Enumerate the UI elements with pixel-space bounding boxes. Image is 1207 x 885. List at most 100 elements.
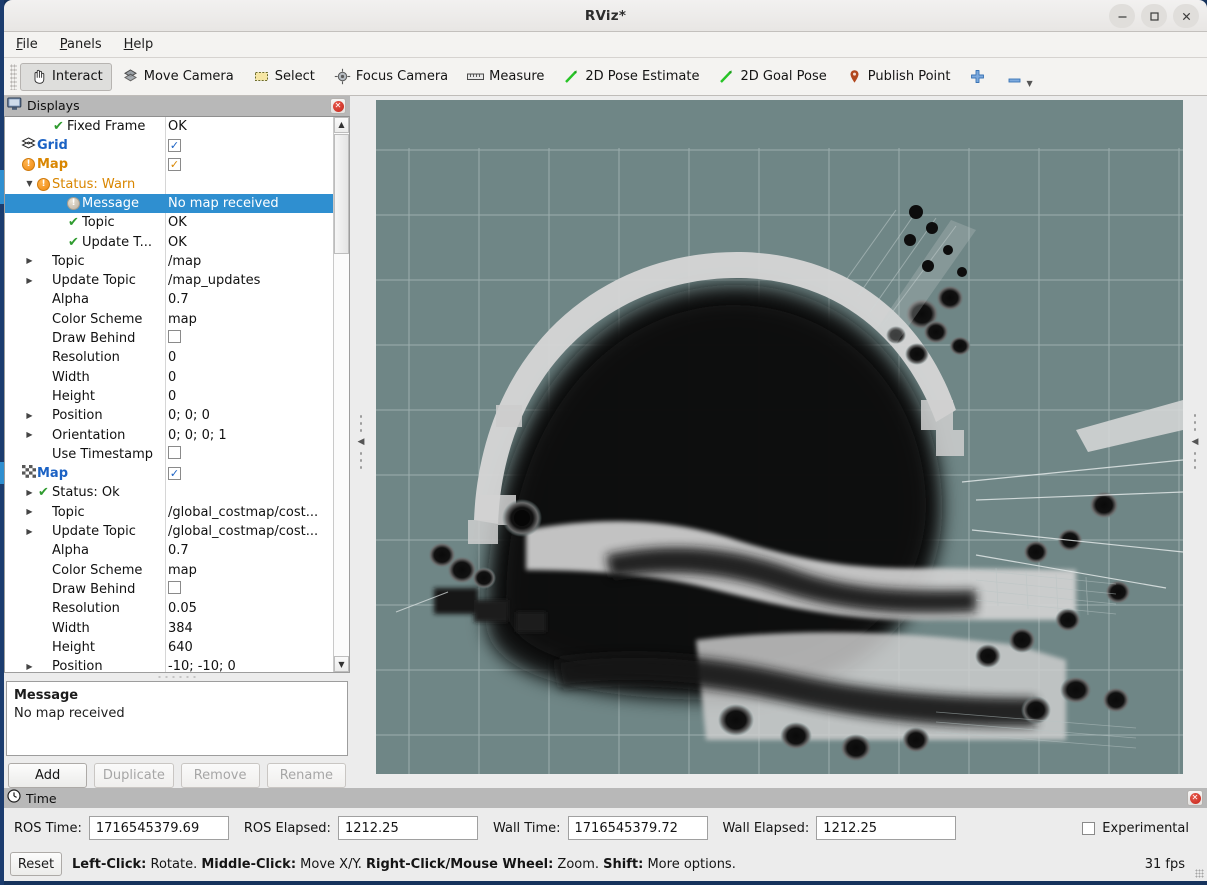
- resize-grip[interactable]: [1195, 869, 1204, 878]
- tree-row[interactable]: Draw Behind: [5, 329, 333, 348]
- tree-row-value-cell[interactable]: 0.7: [165, 292, 333, 307]
- tree-row-value-cell[interactable]: -10; -10; 0: [165, 659, 333, 672]
- tree-row[interactable]: Width 384: [5, 618, 333, 637]
- chevron-right-icon[interactable]: ▶: [24, 431, 35, 439]
- tree-row[interactable]: Use Timestamp: [5, 445, 333, 464]
- tree-row-value-cell[interactable]: 640: [165, 640, 333, 655]
- tree-row[interactable]: Color Scheme map: [5, 560, 333, 579]
- chevron-right-icon[interactable]: ▶: [24, 508, 35, 516]
- tree-row-value-cell[interactable]: No map received: [165, 196, 333, 211]
- tree-row[interactable]: Alpha 0.7: [5, 541, 333, 560]
- right-dock-splitter[interactable]: ◀: [1183, 96, 1207, 788]
- tool-select[interactable]: Select: [243, 63, 324, 91]
- tree-row-value-cell[interactable]: 0: [165, 350, 333, 365]
- experimental-checkbox[interactable]: [1082, 821, 1096, 835]
- row-checkbox[interactable]: ✓: [168, 467, 181, 481]
- displays-tree[interactable]: ✔ Fixed Frame OK Grid ✓! Map ✓ ▼! Status: Warn! M…: [5, 117, 333, 672]
- tree-row[interactable]: Height 0: [5, 387, 333, 406]
- tree-row[interactable]: Draw Behind: [5, 580, 333, 599]
- row-checkbox[interactable]: [168, 580, 181, 594]
- wall-time-input[interactable]: 1716545379.72: [567, 816, 708, 840]
- ros-elapsed-input[interactable]: 1212.25: [337, 816, 478, 840]
- tool-2d-goal-pose[interactable]: 2D Goal Pose: [708, 63, 835, 91]
- tree-row[interactable]: ▶ ✔ Status: Ok: [5, 483, 333, 502]
- ros-time-input[interactable]: 1716545379.69: [88, 816, 229, 840]
- toolbar-grip[interactable]: [10, 63, 17, 90]
- menu-file[interactable]: File: [14, 35, 40, 54]
- displays-panel-close-button[interactable]: ✕: [330, 98, 346, 114]
- chevron-right-icon[interactable]: ▶: [24, 527, 35, 536]
- time-panel-close-button[interactable]: ✕: [1187, 790, 1203, 806]
- tree-row-value-cell[interactable]: 0.7: [165, 543, 333, 558]
- tree-row[interactable]: ✔ Update T... OK: [5, 232, 333, 251]
- tree-row-value-cell[interactable]: ✓: [165, 466, 333, 481]
- tree-row-value-cell[interactable]: /map_updates: [165, 273, 333, 288]
- chevron-right-icon[interactable]: ▶: [24, 488, 35, 497]
- tree-row[interactable]: ▶ Position 0; 0; 0: [5, 406, 333, 425]
- tree-row[interactable]: Height 640: [5, 638, 333, 657]
- chevron-down-icon[interactable]: ▼: [24, 180, 35, 188]
- tree-row[interactable]: ▶ Update Topic/global_costmap/cost...: [5, 522, 333, 541]
- experimental-checkbox-group[interactable]: Experimental: [1082, 821, 1189, 836]
- collapse-right-icon[interactable]: ◀: [1192, 437, 1199, 447]
- render-view-canvas[interactable]: [376, 100, 1183, 774]
- row-checkbox[interactable]: [168, 330, 181, 344]
- tree-row-value-cell[interactable]: /global_costmap/cost...: [165, 524, 333, 539]
- tree-row-value-cell[interactable]: [165, 330, 333, 347]
- tool-publish-point[interactable]: Publish Point: [836, 63, 960, 91]
- menu-help[interactable]: Help: [122, 35, 156, 54]
- tree-row-value-cell[interactable]: 384: [165, 621, 333, 636]
- tree-row-value-cell[interactable]: OK: [165, 119, 333, 134]
- tree-row[interactable]: Resolution 0: [5, 348, 333, 367]
- tool-move-camera[interactable]: Move Camera: [112, 63, 243, 91]
- wall-elapsed-input[interactable]: 1212.25: [816, 816, 957, 840]
- tree-row[interactable]: ✔ Fixed Frame OK: [5, 117, 333, 136]
- scroll-up-icon[interactable]: ▲: [334, 116, 349, 133]
- tree-row[interactable]: Grid ✓: [5, 136, 333, 155]
- chevron-right-icon[interactable]: ▶: [24, 257, 35, 265]
- tree-row[interactable]: ▶ Position -10; -10; 0: [5, 657, 333, 672]
- reset-button[interactable]: Reset: [10, 852, 62, 876]
- tree-row-value-cell[interactable]: /map: [165, 254, 333, 269]
- tree-row-value-cell[interactable]: /global_costmap/cost...: [165, 505, 333, 520]
- tree-row-value-cell[interactable]: 0: [165, 389, 333, 404]
- row-checkbox[interactable]: ✓: [168, 139, 181, 153]
- tree-row[interactable]: Alpha 0.7: [5, 290, 333, 309]
- tree-row-value-cell[interactable]: [165, 445, 333, 463]
- tool-focus-camera[interactable]: Focus Camera: [324, 63, 457, 91]
- chevron-down-icon[interactable]: ▼: [1026, 79, 1032, 88]
- row-checkbox[interactable]: ✓: [168, 158, 181, 172]
- menu-panels[interactable]: Panels: [58, 35, 104, 54]
- close-icon[interactable]: [1173, 4, 1199, 28]
- tree-row[interactable]: ▶ Topic/map: [5, 252, 333, 271]
- tree-row[interactable]: ▶ Topic/global_costmap/cost...: [5, 503, 333, 522]
- row-checkbox[interactable]: [168, 445, 181, 459]
- tool-measure[interactable]: Measure: [457, 63, 553, 91]
- tree-row[interactable]: ! Message No map received: [5, 193, 333, 214]
- scroll-down-icon[interactable]: ▼: [334, 656, 349, 673]
- chevron-right-icon[interactable]: ▶: [24, 411, 35, 420]
- tree-row-value-cell[interactable]: OK: [165, 235, 333, 250]
- tree-row-value-cell[interactable]: 0; 0; 0; 1: [165, 428, 333, 443]
- collapse-left-icon[interactable]: ◀: [358, 437, 365, 447]
- tree-row-value-cell[interactable]: ✓: [165, 138, 333, 153]
- minimize-icon[interactable]: [1109, 4, 1135, 28]
- tree-row-value-cell[interactable]: map: [165, 312, 333, 327]
- tree-row[interactable]: Map ✓: [5, 464, 333, 483]
- chevron-right-icon[interactable]: ▶: [24, 662, 35, 671]
- add-tool-button[interactable]: [959, 63, 996, 91]
- tree-row[interactable]: ✔ Topic OK: [5, 213, 333, 232]
- tool-2d-pose-estimate[interactable]: 2D Pose Estimate: [553, 63, 708, 91]
- maximize-icon[interactable]: [1141, 4, 1167, 28]
- add-button[interactable]: Add: [8, 763, 88, 788]
- tree-row[interactable]: ▶ Orientation 0; 0; 0; 1: [5, 425, 333, 444]
- chevron-right-icon[interactable]: ▶: [24, 276, 35, 285]
- tree-row[interactable]: ▶ Update Topic/map_updates: [5, 271, 333, 290]
- displays-horizontal-splitter[interactable]: [4, 673, 350, 682]
- tree-row-value-cell[interactable]: [165, 580, 333, 598]
- tree-row[interactable]: Color Scheme map: [5, 310, 333, 329]
- tree-row-value-cell[interactable]: OK: [165, 215, 333, 230]
- tree-row-value-cell[interactable]: 0.05: [165, 601, 333, 616]
- tree-row-value-cell[interactable]: 0; 0; 0: [165, 408, 333, 423]
- tree-row-value-cell[interactable]: 0: [165, 370, 333, 385]
